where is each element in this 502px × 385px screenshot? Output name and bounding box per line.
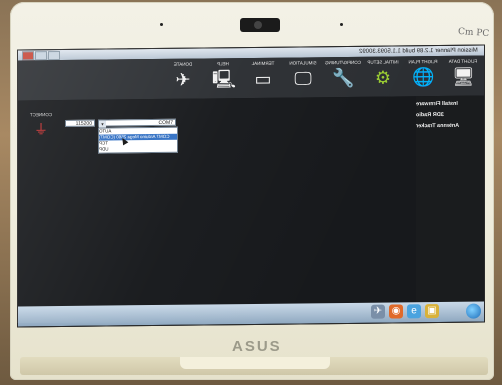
main-menu: FLIGHT DATA 🖥 FLIGHT PLAN 🌐 INITIAL SETU… bbox=[18, 55, 484, 101]
folder-icon[interactable]: ▣ bbox=[425, 304, 439, 319]
baud-rate-select[interactable]: 115200 bbox=[65, 119, 95, 127]
sidebar-item-install-firmware[interactable]: Install Firmware bbox=[416, 101, 478, 107]
mic-dot bbox=[160, 23, 163, 26]
laptop-screen: Mission Planner 1.2.89 build 1.1.5093.30… bbox=[17, 44, 485, 328]
menu-initial-setup[interactable]: INITIAL SETUP ⚙ bbox=[364, 58, 402, 94]
menu-label: INITIAL SETUP bbox=[367, 59, 399, 65]
taskbar-icons: ✈ ◉ e ▣ bbox=[371, 304, 439, 319]
monitor-arrow-icon: 🖵 bbox=[294, 68, 312, 89]
mission-planner-taskbar-icon[interactable]: ✈ bbox=[371, 304, 385, 319]
plane-icon: ✈ bbox=[175, 69, 191, 90]
photo-background: Cm PC ASUS Mission Planner 1.2.89 build … bbox=[0, 0, 502, 385]
firefox-icon[interactable]: ◉ bbox=[389, 304, 403, 319]
main-content: CONNECT ⏚ 115200 ▼ COM7 AUTO COM7 Arduin… bbox=[18, 96, 416, 307]
menu-label: SIMULATION bbox=[289, 60, 317, 66]
monitor-question-icon: 🖳 bbox=[212, 69, 237, 90]
setup-sidebar: Install Firmware 3DR Radio Antenna Track… bbox=[416, 95, 484, 323]
port-option[interactable]: UDP bbox=[99, 146, 177, 153]
mic-dot bbox=[340, 23, 343, 26]
window-controls bbox=[22, 51, 60, 61]
close-button[interactable] bbox=[22, 51, 34, 61]
chevron-down-icon[interactable]: ▼ bbox=[99, 120, 106, 128]
menu-label: TERMINAL bbox=[251, 60, 275, 66]
port-dropdown-list: AUTO COM7 Arduino Mega 2560 (COM7) TCP U… bbox=[98, 126, 178, 154]
minimize-button[interactable] bbox=[48, 51, 60, 61]
connect-label: CONNECT bbox=[29, 112, 53, 118]
menu-flight-plan[interactable]: FLIGHT PLAN 🌐 bbox=[404, 58, 442, 94]
menu-label: HELP bbox=[217, 61, 229, 67]
menu-donate[interactable]: DONATE ✈ bbox=[164, 61, 202, 97]
menu-help[interactable]: HELP 🖳 bbox=[204, 60, 242, 96]
gear-plus-icon: ⚙ bbox=[374, 67, 392, 88]
port-select[interactable]: ▼ COM7 bbox=[98, 118, 176, 128]
laptop-hinge-center bbox=[180, 357, 330, 369]
webcam bbox=[240, 18, 280, 32]
menu-flight-data[interactable]: FLIGHT DATA 🖥 bbox=[444, 58, 482, 94]
menu-config-tuning[interactable]: CONFIG/TUNING 🔧 bbox=[324, 59, 362, 95]
menu-label: DONATE bbox=[173, 61, 193, 67]
menu-label: CONFIG/TUNING bbox=[325, 59, 361, 66]
windows-taskbar: ✈ ◉ e ▣ bbox=[18, 301, 484, 327]
connect-button[interactable]: CONNECT ⏚ bbox=[20, 112, 62, 150]
globe-icon: 🌐 bbox=[412, 67, 435, 88]
menu-simulation[interactable]: SIMULATION 🖵 bbox=[284, 59, 322, 95]
sticker-label: Cm PC bbox=[457, 26, 490, 40]
sidebar-item-3dr-radio[interactable]: 3DR Radio bbox=[416, 112, 478, 118]
start-button[interactable] bbox=[466, 303, 481, 319]
sidebar-item-antenna-tracker[interactable]: Antenna Tracker bbox=[416, 123, 478, 129]
menu-label: FLIGHT PLAN bbox=[408, 59, 438, 65]
plug-icon: ⏚ bbox=[34, 121, 48, 138]
menu-label: FLIGHT DATA bbox=[448, 58, 478, 64]
menu-terminal[interactable]: TERMINAL ▭ bbox=[244, 60, 282, 96]
brand-logo: ASUS bbox=[232, 338, 282, 355]
wrench-icon: 🔧 bbox=[332, 67, 355, 89]
monitor-icon: 🖥 bbox=[452, 66, 475, 87]
ie-icon[interactable]: e bbox=[407, 304, 421, 319]
terminal-icon: ▭ bbox=[254, 68, 272, 89]
maximize-button[interactable] bbox=[35, 51, 47, 61]
